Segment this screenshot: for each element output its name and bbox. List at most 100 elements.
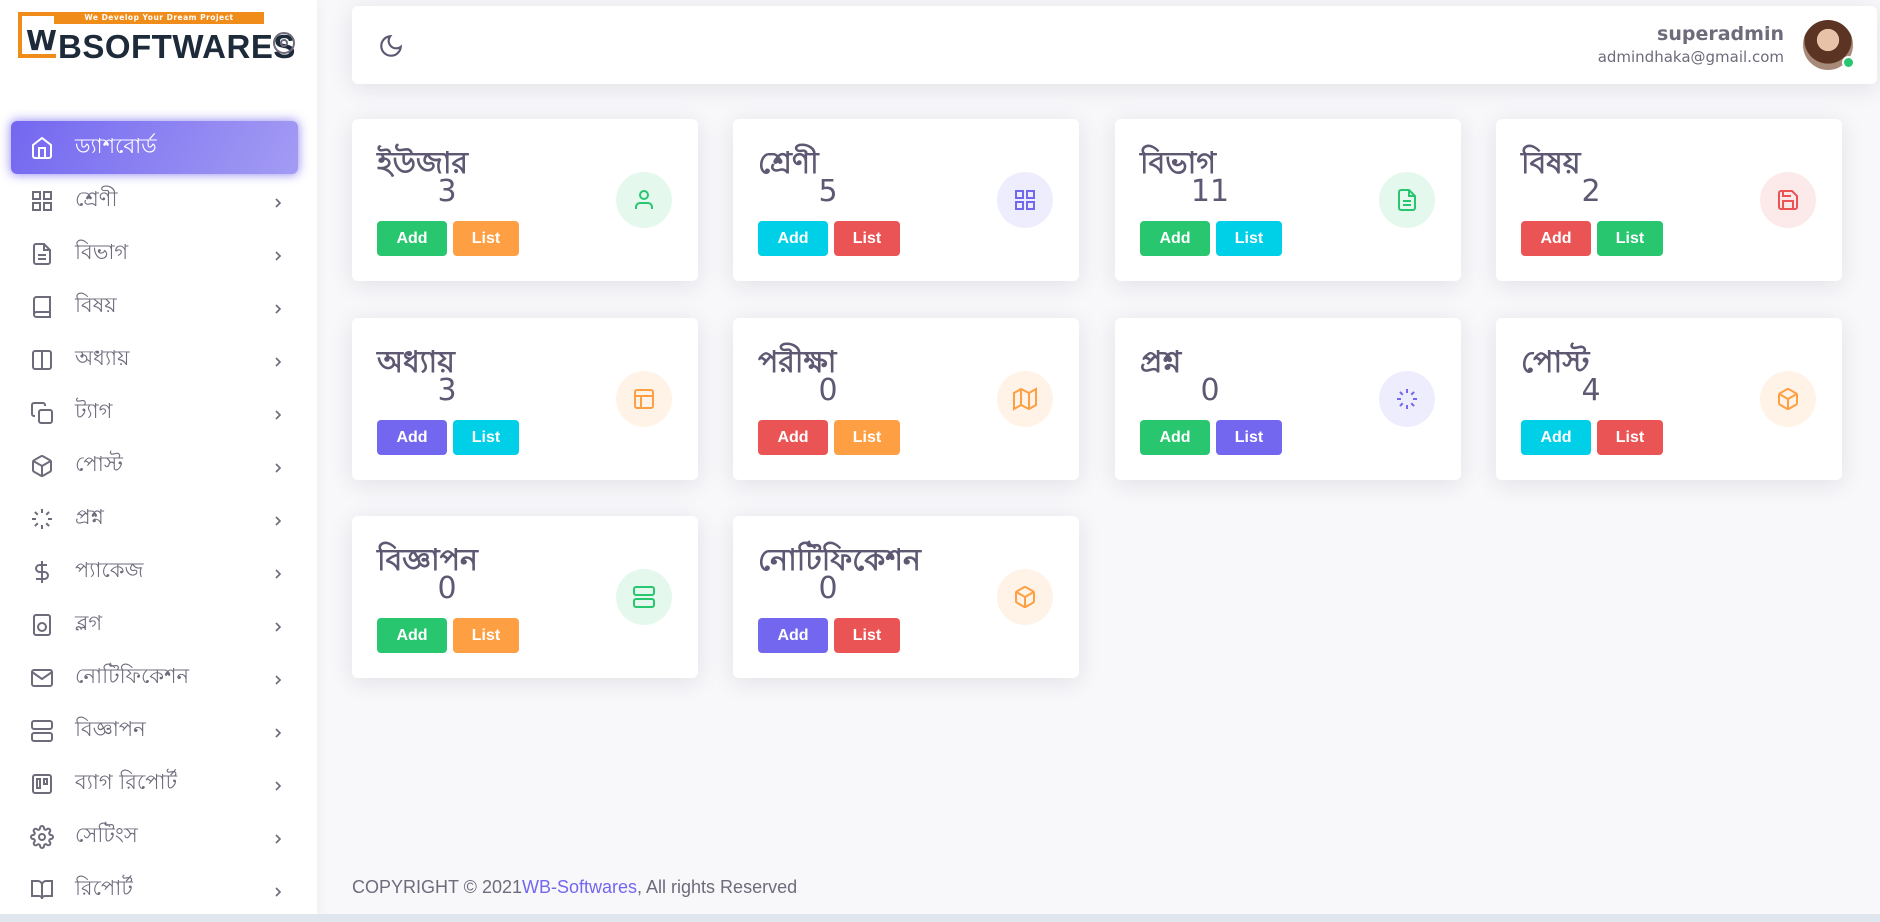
footer-suffix: , All rights Reserved (637, 877, 798, 897)
chevron-right-icon (270, 563, 286, 579)
map-icon (997, 371, 1053, 427)
sidebar-item-label: ড্যাশবোর্ড (75, 134, 157, 158)
sidebar-item-label: প্রশ্ন (75, 505, 104, 529)
chevron-right-icon (270, 245, 286, 261)
stat-card-notification: নোটিফিকেশন 0 Add List (733, 516, 1079, 678)
stat-card-post: পোস্ট 4 Add List (1496, 318, 1842, 480)
list-button[interactable]: List (1597, 221, 1663, 256)
moon-icon[interactable] (378, 33, 406, 61)
sidebar-item-class[interactable]: শ্রেণী (11, 174, 298, 227)
add-button[interactable]: Add (1521, 221, 1591, 256)
add-button[interactable]: Add (758, 618, 828, 653)
user-icon (616, 172, 672, 228)
sidebar-item-label: সেটিংস (75, 823, 138, 847)
server-icon (29, 718, 55, 744)
chevron-right-icon (270, 828, 286, 844)
chevron-right-icon (270, 192, 286, 208)
add-button[interactable]: Add (1140, 221, 1210, 256)
card-count: 11 (1190, 174, 1230, 209)
chevron-right-icon (270, 351, 286, 367)
list-button[interactable]: List (834, 420, 900, 455)
stat-card-subject: বিষয় 2 Add List (1496, 119, 1842, 281)
top-navbar: superadmin admindhaka@gmail.com (352, 6, 1877, 84)
brand-logo[interactable]: We Develop Your Dream Project W BSOFTWAR… (18, 10, 295, 66)
sidebar-item-tag[interactable]: ট্যাগ (11, 386, 298, 439)
add-button[interactable]: Add (377, 618, 447, 653)
brand-tagline: We Develop Your Dream Project (54, 12, 264, 24)
chevron-right-icon (270, 775, 286, 791)
brand-mark: W (26, 24, 57, 57)
sidebar-item-label: শ্রেণী (75, 187, 118, 211)
sidebar-item-advertisement[interactable]: বিজ্ঞাপন (11, 704, 298, 757)
stat-card-question: প্রশ্ন 0 Add List (1115, 318, 1461, 480)
brand-name: BSOFTWARES (58, 28, 296, 65)
stat-card-department: বিভাগ 11 Add List (1115, 119, 1461, 281)
user-email: admindhaka@gmail.com (1597, 48, 1784, 66)
sidebar-item-department[interactable]: বিভাগ (11, 227, 298, 280)
chevron-right-icon (270, 669, 286, 685)
sidebar-item-chapter[interactable]: অধ্যায় (11, 333, 298, 386)
sidebar-item-report[interactable]: রিপোর্ট (11, 863, 298, 916)
avatar[interactable] (1803, 20, 1855, 70)
loader-icon (29, 506, 55, 532)
sidebar-item-label: অধ্যায় (75, 346, 130, 370)
stat-card-users: ইউজার 3 Add List (352, 119, 698, 281)
add-button[interactable]: Add (377, 221, 447, 256)
list-button[interactable]: List (453, 618, 519, 653)
stat-card-class: শ্রেণী 5 Add List (733, 119, 1079, 281)
server-icon (616, 569, 672, 625)
chevron-right-icon (270, 298, 286, 314)
list-button[interactable]: List (1216, 420, 1282, 455)
mail-icon (29, 665, 55, 691)
list-button[interactable]: List (834, 618, 900, 653)
columns-icon (29, 347, 55, 373)
add-button[interactable]: Add (1521, 420, 1591, 455)
sidebar-item-dashboard[interactable]: ড্যাশবোর্ড (11, 121, 298, 174)
box-icon (1760, 371, 1816, 427)
add-button[interactable]: Add (758, 420, 828, 455)
sidebar-item-post[interactable]: পোস্ট (11, 439, 298, 492)
chevron-right-icon (270, 616, 286, 632)
sidebar-item-bag-report[interactable]: ব্যাগ রিপোর্ট (11, 757, 298, 810)
sidebar-item-label: বিজ্ঞাপন (75, 717, 146, 741)
home-icon (29, 135, 55, 161)
sidebar-item-question[interactable]: প্রশ্ন (11, 492, 298, 545)
sidebar-item-notification[interactable]: নোটিফিকেশন (11, 651, 298, 704)
sidebar-item-blog[interactable]: ব্লগ (11, 598, 298, 651)
list-button[interactable]: List (453, 221, 519, 256)
chevron-right-icon (270, 881, 286, 897)
list-button[interactable]: List (1216, 221, 1282, 256)
grid-icon (997, 172, 1053, 228)
sidebar-item-label: বিষয় (75, 293, 117, 317)
chevron-right-icon (270, 404, 286, 420)
card-count: 2 (1581, 174, 1601, 209)
card-count: 0 (818, 571, 838, 606)
chevron-right-icon (270, 510, 286, 526)
card-count: 4 (1581, 373, 1601, 408)
sidebar-nav: ড্যাশবোর্ড শ্রেণী বিভাগ বিষয় অধ্যায় ট্… (11, 121, 298, 916)
sidebar-item-label: ব্যাগ রিপোর্ট (75, 770, 178, 794)
card-count: 0 (1200, 373, 1220, 408)
list-button[interactable]: List (453, 420, 519, 455)
add-button[interactable]: Add (377, 420, 447, 455)
sidebar-item-label: ব্লগ (75, 611, 103, 635)
add-button[interactable]: Add (758, 221, 828, 256)
box-icon (29, 453, 55, 479)
file-text-icon (29, 241, 55, 267)
footer-company-link[interactable]: WB-Softwares (522, 877, 637, 897)
sidebar-item-package[interactable]: প্যাকেজ (11, 545, 298, 598)
trello-icon (29, 771, 55, 797)
list-button[interactable]: List (834, 221, 900, 256)
sidebar: We Develop Your Dream Project W BSOFTWAR… (0, 0, 317, 922)
user-name[interactable]: superadmin (1657, 23, 1784, 45)
card-count: 3 (437, 373, 457, 408)
book-icon (29, 294, 55, 320)
dollar-icon (29, 559, 55, 585)
list-button[interactable]: List (1597, 420, 1663, 455)
sidebar-item-subject[interactable]: বিষয় (11, 280, 298, 333)
sidebar-item-label: রিপোর্ট (75, 876, 133, 900)
sidebar-toggle-icon[interactable] (272, 31, 296, 55)
sidebar-item-settings[interactable]: সেটিংস (11, 810, 298, 863)
copy-icon (29, 400, 55, 426)
add-button[interactable]: Add (1140, 420, 1210, 455)
